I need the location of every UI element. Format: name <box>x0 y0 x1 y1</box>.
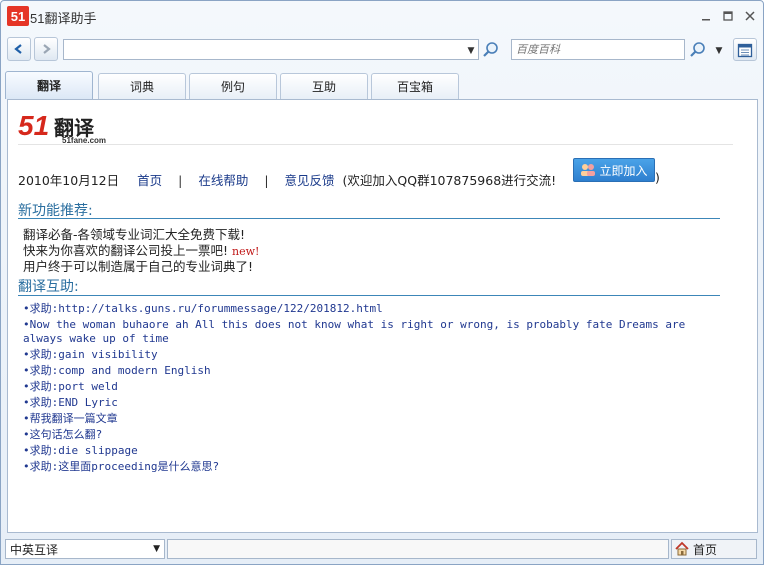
close-paren: ) <box>655 170 660 185</box>
arrow-right-icon <box>43 44 51 54</box>
help-item-link[interactable]: •这句话怎么翻? <box>23 428 713 442</box>
url-dropdown-button[interactable]: ▼ <box>465 41 477 60</box>
chevron-down-icon: ▼ <box>153 544 160 554</box>
main-content: 51 翻译 51fane.com 2010年10月12日 首页 | 在线帮助 |… <box>7 99 758 533</box>
tab-bar: 翻译 词典 例句 互助 百宝箱 <box>1 71 763 99</box>
help-item-link[interactable]: •求助:gain visibility <box>23 348 713 362</box>
title-bar: 51 51翻译助手 <box>1 1 763 31</box>
brand-number: 51 <box>18 110 50 141</box>
users-icon <box>581 164 596 176</box>
feature-link-3[interactable]: 用户终于可以制造属于自己的专业词典了! <box>23 256 253 275</box>
help-item-link[interactable]: •求助:die slippage <box>23 444 713 458</box>
tab-dictionary[interactable]: 词典 <box>98 73 186 99</box>
search-engine-dropdown[interactable]: ▼ <box>713 41 725 60</box>
divider <box>18 144 733 145</box>
toolbar: ▼ ▼ <box>1 37 763 65</box>
app-logo-icon: 51 <box>7 6 29 26</box>
search-icon <box>690 41 705 57</box>
tab-translate[interactable]: 翻译 <box>5 71 93 99</box>
home-link[interactable]: 首页 <box>137 173 162 188</box>
join-qq-button[interactable]: 立即加入 <box>573 158 655 182</box>
arrow-left-icon <box>14 44 22 54</box>
qq-group-text: (欢迎加入QQ群107875968进行交流! <box>342 173 557 188</box>
tab-toolbox[interactable]: 百宝箱 <box>371 73 459 99</box>
tab-mutual-help[interactable]: 互助 <box>280 73 368 99</box>
help-item-link[interactable]: •求助:port weld <box>23 380 713 394</box>
help-item-link[interactable]: •求助:这里面proceeding是什么意思? <box>23 460 713 474</box>
close-button[interactable] <box>741 7 759 25</box>
minimize-button[interactable] <box>697 7 715 25</box>
status-bar: 中英互译 ▼ 首页 <box>1 537 763 564</box>
search-icon <box>483 41 498 57</box>
app-window: 51 51翻译助手 ▼ ▼ <box>0 0 764 565</box>
maximize-button[interactable] <box>719 7 737 25</box>
calendar-button[interactable] <box>733 38 757 61</box>
status-field <box>167 539 669 559</box>
chevron-down-icon: ▼ <box>467 45 475 56</box>
info-line: 2010年10月12日 首页 | 在线帮助 | 意见反馈 (欢迎加入QQ群107… <box>18 170 556 189</box>
help-item-link[interactable]: •求助:END Lyric <box>23 396 713 410</box>
chevron-down-icon: ▼ <box>715 45 723 56</box>
maximize-icon <box>723 11 733 21</box>
baike-search-button[interactable] <box>686 38 710 61</box>
online-help-link[interactable]: 在线帮助 <box>198 173 248 188</box>
help-list: •求助:http://talks.guns.ru/forummessage/12… <box>23 302 713 476</box>
brand-logo: 51 翻译 51fane.com <box>18 110 118 145</box>
window-title: 51翻译助手 <box>30 11 97 26</box>
help-item-link[interactable]: •Now the woman buhaore ah All this does … <box>23 318 713 346</box>
help-item-link[interactable]: •帮我翻译一篇文章 <box>23 412 713 426</box>
baike-search-input[interactable] <box>511 39 685 60</box>
help-title: 翻译互助: <box>18 279 79 295</box>
go-button[interactable] <box>479 38 503 61</box>
tab-examples[interactable]: 例句 <box>189 73 277 99</box>
back-button[interactable] <box>7 37 31 61</box>
separator: | <box>178 173 183 188</box>
section-divider <box>18 218 720 219</box>
join-button-label: 立即加入 <box>599 163 648 178</box>
language-select[interactable]: 中英互译 ▼ <box>5 539 165 559</box>
url-input[interactable] <box>63 39 479 60</box>
features-title: 新功能推荐: <box>18 203 93 219</box>
separator: | <box>264 173 269 188</box>
language-value: 中英互译 <box>10 542 59 557</box>
feedback-link[interactable]: 意见反馈 <box>285 173 335 188</box>
home-button[interactable]: 首页 <box>671 539 757 559</box>
minimize-icon <box>702 19 710 21</box>
forward-button[interactable] <box>34 37 58 61</box>
date-text: 2010年10月12日 <box>18 173 120 188</box>
close-icon <box>745 11 755 21</box>
home-button-label: 首页 <box>693 542 718 557</box>
calendar-icon <box>737 43 753 57</box>
home-icon <box>675 541 689 556</box>
help-item-link[interactable]: •求助:http://talks.guns.ru/forummessage/12… <box>23 302 713 316</box>
section-divider <box>18 295 720 296</box>
help-item-link[interactable]: •求助:comp and modern English <box>23 364 713 378</box>
